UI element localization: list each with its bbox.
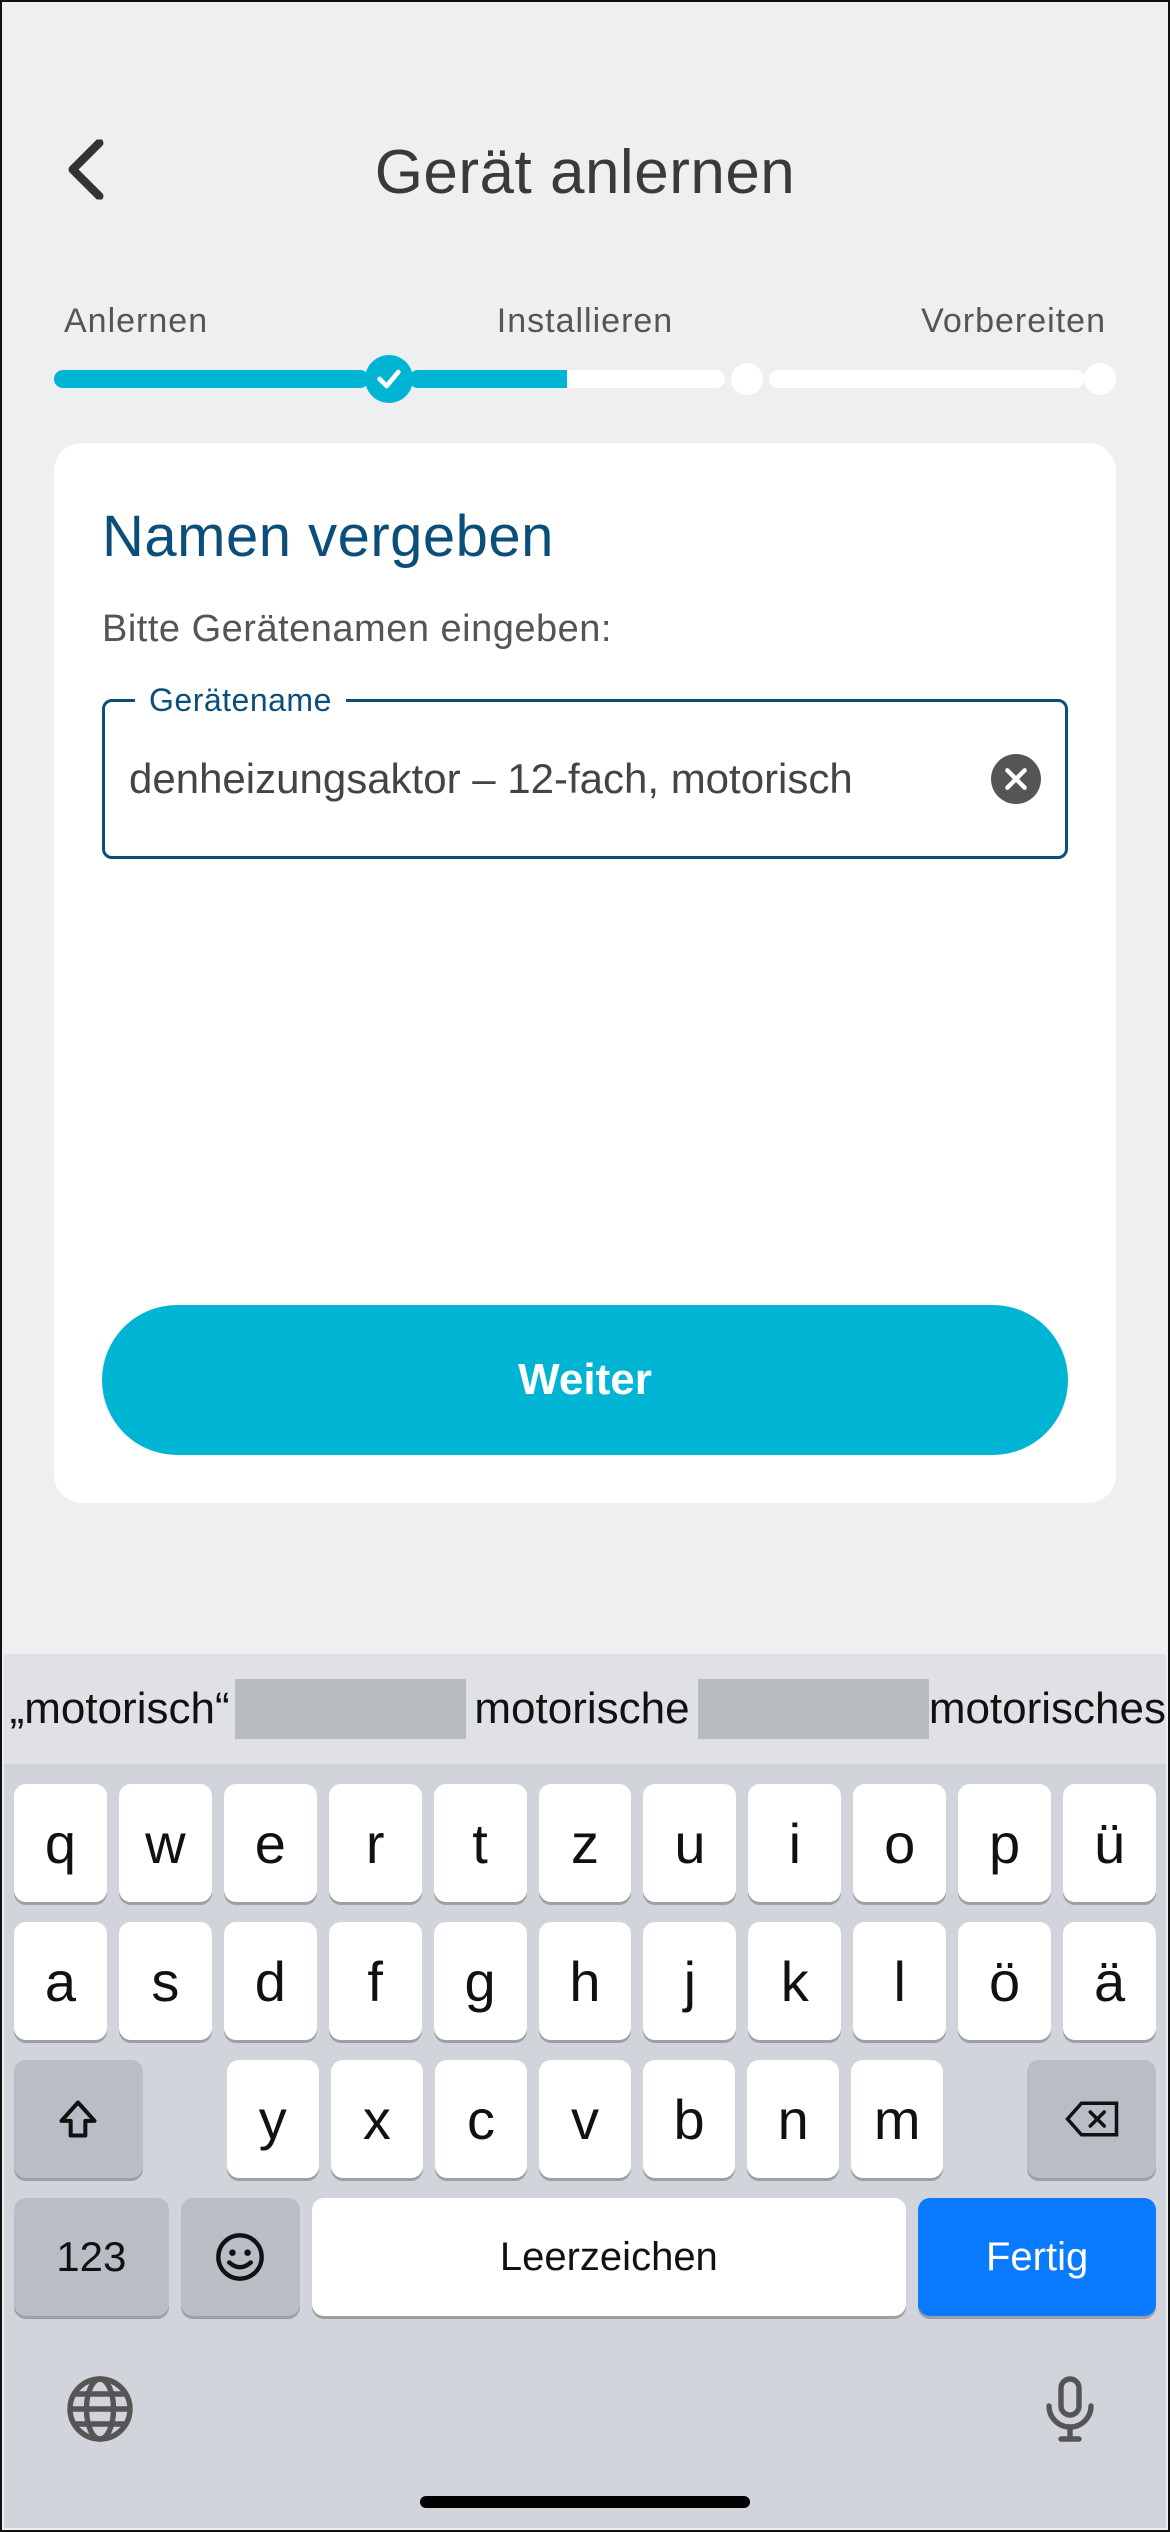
back-button[interactable] (66, 140, 106, 205)
suggestion-3[interactable]: motorisches (929, 1684, 1166, 1734)
globe-button[interactable] (64, 2373, 136, 2450)
key-a[interactable]: a (14, 1922, 107, 2040)
check-icon (375, 365, 403, 393)
card: Namen vergeben Bitte Gerätenamen eingebe… (54, 443, 1116, 1503)
step-label-1: Anlernen (54, 302, 411, 341)
step-dot-2 (731, 363, 763, 395)
key-x[interactable]: x (331, 2060, 423, 2178)
key-h[interactable]: h (539, 1922, 632, 2040)
step-dot-3 (1084, 363, 1116, 395)
key-y[interactable]: y (227, 2060, 319, 2178)
key-ü[interactable]: ü (1063, 1784, 1156, 1902)
suggestion-2[interactable]: motorische (466, 1684, 697, 1734)
suggestion-bar: „motorisch“ motorische motorisches (4, 1654, 1166, 1764)
keyboard: „motorisch“ motorische motorisches qwert… (4, 1654, 1166, 2528)
progress-bar (54, 355, 1116, 403)
key-b[interactable]: b (643, 2060, 735, 2178)
shift-icon (56, 2097, 100, 2141)
page-title: Gerät anlernen (375, 137, 796, 208)
key-v[interactable]: v (539, 2060, 631, 2178)
keyboard-bottom-bar (4, 2336, 1166, 2476)
key-z[interactable]: z (539, 1784, 632, 1902)
key-w[interactable]: w (119, 1784, 212, 1902)
key-m[interactable]: m (851, 2060, 943, 2178)
microphone-icon (1034, 2373, 1106, 2445)
backspace-key[interactable] (1027, 2060, 1156, 2178)
header: Gerät anlernen (54, 62, 1116, 282)
key-p[interactable]: p (958, 1784, 1051, 1902)
key-r[interactable]: r (329, 1784, 422, 1902)
dictation-button[interactable] (1034, 2373, 1106, 2450)
key-q[interactable]: q (14, 1784, 107, 1902)
continue-button[interactable]: Weiter (102, 1305, 1068, 1455)
key-i[interactable]: i (748, 1784, 841, 1902)
key-f[interactable]: f (329, 1922, 422, 2040)
key-c[interactable]: c (435, 2060, 527, 2178)
progress-segment-1 (54, 370, 369, 388)
chevron-left-icon (66, 140, 106, 200)
key-j[interactable]: j (643, 1922, 736, 2040)
shift-key[interactable] (14, 2060, 143, 2178)
step-label-3: Vorbereiten (759, 302, 1116, 341)
card-subtitle: Bitte Gerätenamen eingeben: (102, 608, 1068, 651)
globe-icon (64, 2373, 136, 2445)
key-l[interactable]: l (853, 1922, 946, 2040)
key-o[interactable]: o (853, 1784, 946, 1902)
key-row-3: y x c v b n m (4, 2060, 1166, 2178)
key-g[interactable]: g (434, 1922, 527, 2040)
emoji-key[interactable] (181, 2198, 300, 2316)
space-key[interactable]: Leerzeichen (312, 2198, 907, 2316)
key-d[interactable]: d (224, 1922, 317, 2040)
step-complete-icon (365, 355, 413, 403)
emoji-icon (214, 2231, 266, 2283)
key-n[interactable]: n (747, 2060, 839, 2178)
key-e[interactable]: e (224, 1784, 317, 1902)
key-k[interactable]: k (748, 1922, 841, 2040)
close-icon (1003, 766, 1029, 792)
suggestion-1[interactable]: „motorisch“ (4, 1684, 235, 1734)
card-title: Namen vergeben (102, 503, 1068, 570)
backspace-icon (1064, 2097, 1120, 2141)
key-ö[interactable]: ö (958, 1922, 1051, 2040)
field-label: Gerätename (135, 682, 346, 719)
key-s[interactable]: s (119, 1922, 212, 2040)
home-indicator[interactable] (420, 2496, 750, 2508)
device-name-field[interactable]: Gerätename (102, 699, 1068, 859)
numbers-key[interactable]: 123 (14, 2198, 169, 2316)
key-row-1: qwertzuiopü (4, 1784, 1166, 1902)
device-name-input[interactable] (129, 755, 971, 803)
progress-labels: Anlernen Installieren Vorbereiten (54, 302, 1116, 341)
step-label-2: Installieren (411, 302, 758, 341)
key-row-2: asdfghjklöä (4, 1922, 1166, 2040)
done-key[interactable]: Fertig (918, 2198, 1156, 2316)
progress-segment-2 (409, 370, 724, 388)
progress-segment-3 (769, 370, 1084, 388)
key-u[interactable]: u (643, 1784, 736, 1902)
key-ä[interactable]: ä (1063, 1922, 1156, 2040)
key-t[interactable]: t (434, 1784, 527, 1902)
clear-input-button[interactable] (991, 754, 1041, 804)
key-row-4: 123 Leerzeichen Fertig (4, 2198, 1166, 2316)
